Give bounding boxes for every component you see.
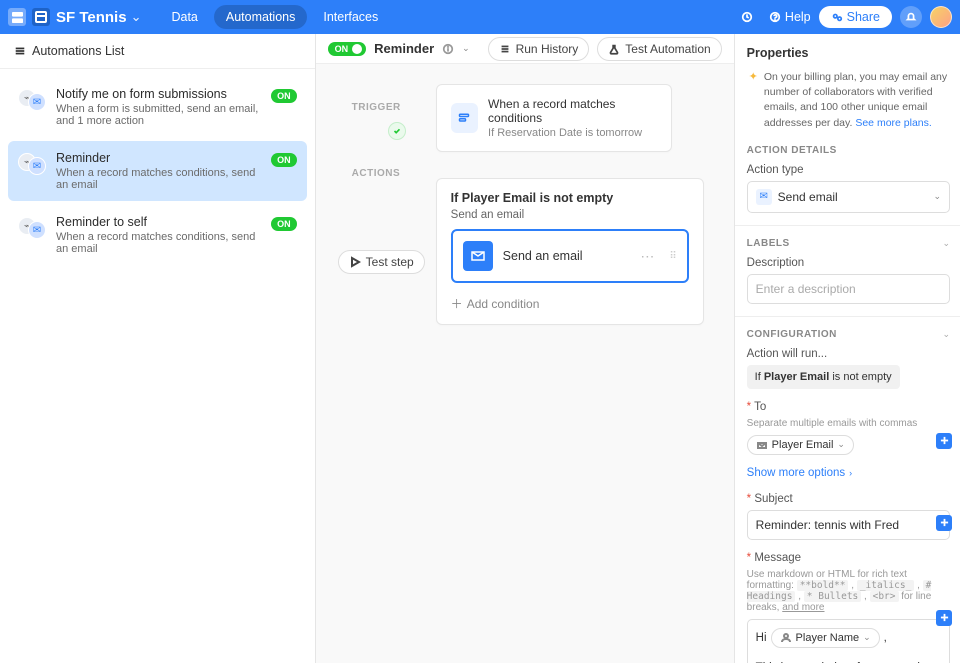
automation-item[interactable]: ⌁✉ Reminder When a record matches condit… xyxy=(8,141,307,201)
automation-item-icons: ⌁✉ xyxy=(18,217,46,239)
status-badge: ON xyxy=(271,217,297,231)
actions-label: ACTIONS xyxy=(352,168,401,179)
send-email-action-card[interactable]: Send an email ⋯ ⠿ xyxy=(451,229,689,283)
automation-item-desc: When a record matches conditions, send a… xyxy=(56,167,261,191)
list-icon xyxy=(14,45,26,57)
labels-section[interactable]: LABELS ⌄ xyxy=(747,238,950,249)
test-step-button[interactable]: Test step xyxy=(338,250,425,274)
base-icon xyxy=(32,8,50,26)
share-button[interactable]: Share xyxy=(819,6,892,28)
add-to-field-button[interactable] xyxy=(936,433,952,449)
see-plans-link[interactable]: See more plans. xyxy=(855,117,931,129)
automation-item-title: Reminder xyxy=(56,151,261,165)
chevron-down-icon: ⌄ xyxy=(863,632,871,643)
trigger-sub: If Reservation Date is tomorrow xyxy=(488,127,657,139)
automation-item-icons: ⌁✉ xyxy=(18,89,46,111)
sparkle-icon: ✦ xyxy=(749,70,758,131)
add-condition-button[interactable]: ＋Add condition xyxy=(451,295,689,312)
show-more-options[interactable]: Show more options› xyxy=(747,467,950,479)
chevron-down-icon[interactable]: ⌄ xyxy=(462,43,470,54)
status-badge: ON xyxy=(271,89,297,103)
trigger-title: When a record matches conditions xyxy=(488,97,657,125)
base-menu-chevron[interactable]: ⌄ xyxy=(131,9,142,25)
envelope-icon xyxy=(463,241,493,271)
tab-automations[interactable]: Automations xyxy=(214,5,307,29)
player-name-token[interactable]: Player Name ⌄ xyxy=(771,628,880,648)
automation-toggle[interactable]: ON xyxy=(328,42,367,56)
avatar[interactable] xyxy=(930,6,952,28)
message-label: Message xyxy=(747,552,950,564)
chevron-down-icon: ⌄ xyxy=(837,439,845,450)
subject-input[interactable]: Reminder: tennis with Fred xyxy=(747,510,950,540)
status-badge: ON xyxy=(271,153,297,167)
run-history-button[interactable]: Run History xyxy=(488,37,590,61)
to-help: Separate multiple emails with commas xyxy=(747,418,950,429)
automation-item-desc: When a record matches conditions, send a… xyxy=(56,231,261,255)
condition-sub: Send an email xyxy=(451,209,689,221)
airtable-logo[interactable] xyxy=(8,8,26,26)
automation-item[interactable]: ⌁✉ Notify me on form submissions When a … xyxy=(8,77,307,137)
automation-title[interactable]: Reminder xyxy=(374,41,434,56)
action-type-label: Action type xyxy=(747,164,950,176)
configuration-section[interactable]: CONFIGURATION ⌄ xyxy=(747,329,950,340)
actions-node: If Player Email is not empty Send an ema… xyxy=(436,178,704,325)
to-chip[interactable]: Player Email ⌄ xyxy=(747,435,854,455)
description-input[interactable]: Enter a description xyxy=(747,274,950,304)
action-type-select[interactable]: ✉ Send email ⌄ xyxy=(747,181,950,213)
trigger-node[interactable]: When a record matches conditions If Rese… xyxy=(436,84,672,152)
automation-item-desc: When a form is submitted, send an email,… xyxy=(56,103,261,127)
chevron-down-icon: ⌄ xyxy=(933,191,941,202)
message-help: Use markdown or HTML for rich text forma… xyxy=(747,569,950,613)
action-details-label: ACTION DETAILS xyxy=(747,145,950,156)
more-icon[interactable]: ⋯ xyxy=(640,248,655,265)
automation-item-icons: ⌁✉ xyxy=(18,153,46,175)
chevron-down-icon: ⌄ xyxy=(942,238,950,249)
envelope-icon: ✉ xyxy=(756,189,772,205)
automation-item-title: Reminder to self xyxy=(56,215,261,229)
chevron-down-icon: ⌄ xyxy=(942,329,950,340)
base-name[interactable]: SF Tennis xyxy=(56,9,127,26)
trigger-status-icon xyxy=(388,122,406,140)
tab-interfaces[interactable]: Interfaces xyxy=(311,5,390,29)
conditions-icon xyxy=(451,103,478,133)
automation-item[interactable]: ⌁✉ Reminder to self When a record matche… xyxy=(8,205,307,265)
action-label: Send an email xyxy=(503,249,631,263)
notifications-icon[interactable] xyxy=(900,6,922,28)
run-condition-pill[interactable]: If Player Email is not empty xyxy=(747,365,900,389)
add-message-token-button[interactable] xyxy=(936,610,952,626)
description-label: Description xyxy=(747,257,950,269)
message-input[interactable]: Hi Player Name ⌄ , This is a reminder of… xyxy=(747,619,950,663)
drag-handle-icon[interactable]: ⠿ xyxy=(669,251,676,262)
subject-label: Subject xyxy=(747,493,950,505)
history-icon[interactable] xyxy=(733,7,761,27)
help-button[interactable]: Help xyxy=(761,6,819,28)
properties-title: Properties xyxy=(747,46,950,60)
to-label: To xyxy=(747,401,950,413)
tab-data[interactable]: Data xyxy=(159,5,209,29)
test-automation-button[interactable]: Test Automation xyxy=(597,37,721,61)
add-subject-token-button[interactable] xyxy=(936,515,952,531)
trigger-label: TRIGGER xyxy=(352,102,401,113)
automation-item-title: Notify me on form submissions xyxy=(56,87,261,101)
condition-title: If Player Email is not empty xyxy=(451,191,689,205)
plan-note: ✦ On your billing plan, you may email an… xyxy=(747,70,950,131)
action-will-run-label: Action will run... xyxy=(747,348,950,360)
automations-list-header[interactable]: Automations List xyxy=(0,34,315,69)
info-icon[interactable] xyxy=(442,43,454,55)
